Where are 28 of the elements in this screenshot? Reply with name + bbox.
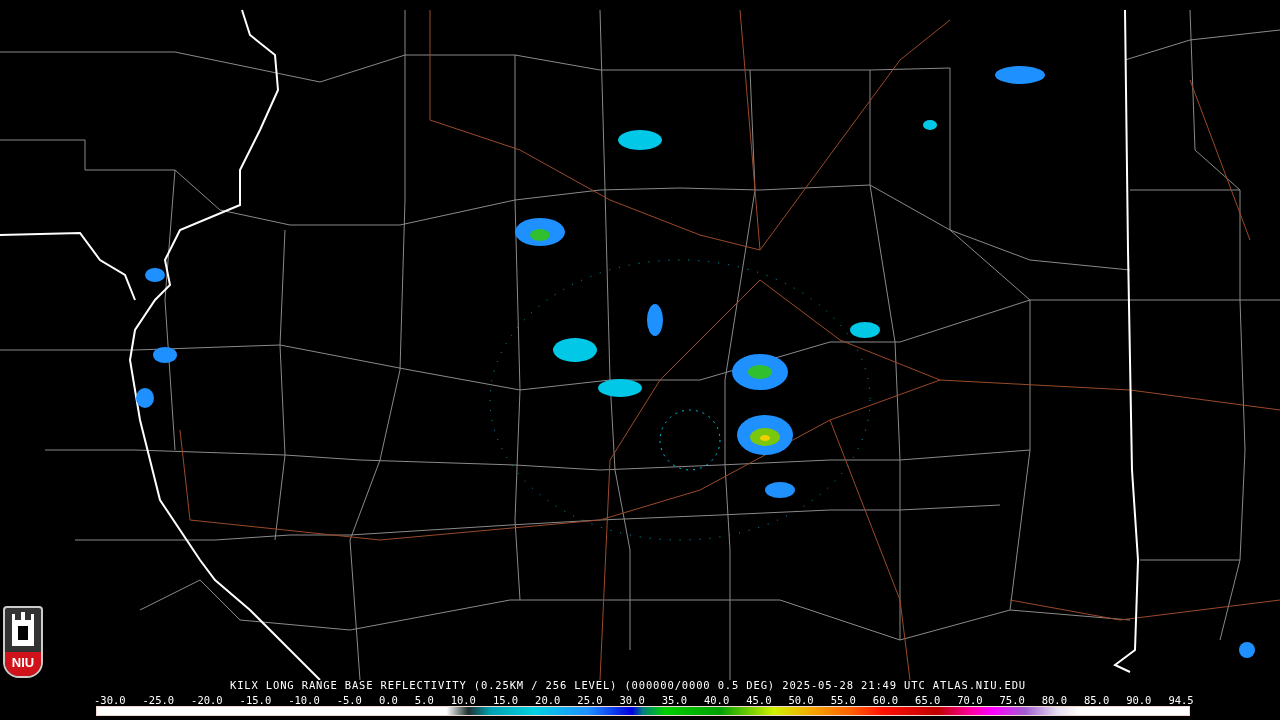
scale-label: -10.0 <box>288 694 320 706</box>
scale-label: 80.0 <box>1041 694 1067 706</box>
scale-label: 15.0 <box>492 694 519 706</box>
scale-label: 70.0 <box>957 694 983 706</box>
scale-label: 50.0 <box>788 694 814 706</box>
scale-label: 5.0 <box>414 694 434 706</box>
scale-label: 20.0 <box>535 694 561 706</box>
scale-label: 75.0 <box>999 694 1025 706</box>
product-title: KILX LONG RANGE BASE REFLECTIVITY (0.25KM / 256 LEVEL) (000000/0000 0.5 DEG) 2025-05-28 21:49 UTC ATLAS.NIU.EDU <box>230 678 1028 693</box>
scale-label: 60.0 <box>872 694 899 706</box>
scale-label: 25.0 <box>577 694 603 706</box>
scale-label: 0.0 <box>378 694 398 706</box>
scale-label: 90.0 <box>1126 694 1152 706</box>
scale-label: -20.0 <box>191 694 223 706</box>
scale-label: -5.0 <box>336 694 362 706</box>
scale-label: -15.0 <box>239 694 272 706</box>
scale-label: 85.0 <box>1083 694 1110 706</box>
scale-label: 65.0 <box>915 694 941 706</box>
scale-label: -30.0 <box>94 694 126 706</box>
scale-label: 30.0 <box>619 694 645 706</box>
scale-label: 55.0 <box>830 694 856 706</box>
university-logo: NIU <box>3 606 43 678</box>
scale-label: -25.0 <box>142 694 175 706</box>
scale-label: 45.0 <box>746 694 772 706</box>
scale-label: 94.5 <box>1168 694 1194 706</box>
scale-label: 40.0 <box>703 694 730 706</box>
scale-label: 35.0 <box>661 694 688 706</box>
scale-label: 10.0 <box>450 694 476 706</box>
